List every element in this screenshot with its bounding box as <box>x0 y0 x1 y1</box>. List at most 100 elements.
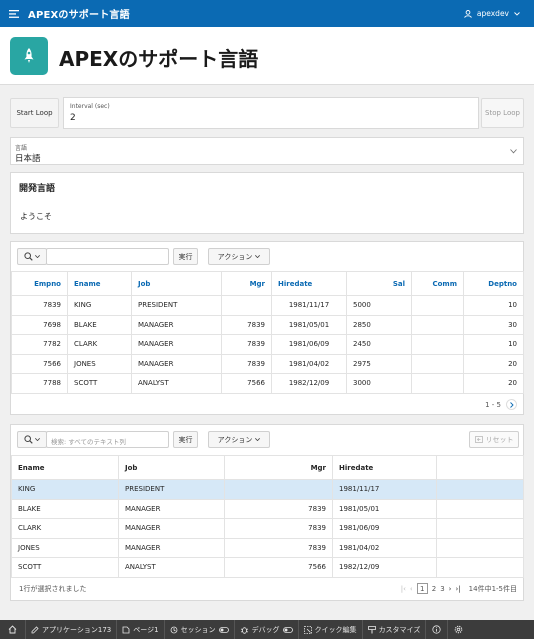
toggle-icon <box>282 626 293 633</box>
page-button[interactable]: 2 <box>432 585 436 593</box>
app-icon <box>10 37 48 75</box>
chevron-down-icon <box>35 438 40 441</box>
cell-empno: 7782 <box>11 334 68 355</box>
cell-ename: JONES <box>67 353 132 374</box>
settings-button[interactable] <box>448 620 469 639</box>
column-header[interactable]: Comm <box>411 271 464 296</box>
cell-sal: 5000 <box>346 295 412 316</box>
next-page-button[interactable]: › <box>449 585 452 593</box>
selection-status: 1行が選択されました <box>19 585 87 593</box>
page-button[interactable]: 3 <box>440 585 444 593</box>
cell-mgr <box>221 295 272 316</box>
cell-empno: 7698 <box>11 314 68 335</box>
column-header[interactable]: Job <box>131 271 222 296</box>
column-header[interactable]: Job <box>118 455 225 480</box>
go-button[interactable]: 実行 <box>173 248 198 265</box>
cell-deptno: 20 <box>463 353 524 374</box>
column-header[interactable]: Sal <box>346 271 412 296</box>
cell-hiredate: 1981/06/09 <box>271 334 347 355</box>
actions-label: アクション <box>217 435 253 444</box>
table-row[interactable]: CLARK MANAGER 7839 1981/06/09 <box>11 518 524 539</box>
first-page-button[interactable]: |‹ <box>401 585 406 593</box>
column-header[interactable]: Mgr <box>224 455 333 480</box>
cell-hiredate: 1981/04/02 <box>271 353 347 374</box>
top-navigation-bar: APEXのサポート言語 apexdev <box>0 0 534 27</box>
cell-hiredate: 1981/04/02 <box>332 537 437 558</box>
cell-ename: KING <box>67 295 132 316</box>
range-text: 14件中1-5件目 <box>468 584 517 593</box>
quick-edit-label: クイック編集 <box>314 625 357 634</box>
interval-value: 2 <box>70 113 76 123</box>
search-column-button[interactable] <box>17 248 47 265</box>
bug-icon <box>240 626 248 634</box>
home-button[interactable] <box>0 620 26 639</box>
column-header-empty <box>436 455 524 480</box>
table-row[interactable]: JONES MANAGER 7839 1981/04/02 <box>11 537 524 558</box>
interval-field[interactable]: Interval (sec) 2 <box>63 97 479 129</box>
go-button[interactable]: 実行 <box>173 431 198 448</box>
cell-ename: KING <box>11 479 119 500</box>
column-header[interactable]: Ename <box>67 271 132 296</box>
table-row[interactable]: BLAKE MANAGER 7839 1981/05/01 <box>11 498 524 519</box>
info-button[interactable] <box>426 620 449 639</box>
cell-hiredate: 1981/11/17 <box>271 295 347 316</box>
search-input[interactable] <box>46 248 169 265</box>
info-icon <box>432 625 441 634</box>
report-region-2: 検索: すべてのテキスト列 実行 アクション リセット Ename Job Mg… <box>10 424 524 601</box>
cell-comm <box>411 334 464 355</box>
table-row-selected[interactable]: KING PRESIDENT 1981/11/17 <box>11 479 524 500</box>
column-header[interactable]: Ename <box>11 455 119 480</box>
cell-comm <box>411 373 464 394</box>
language-select[interactable]: 言語 日本語 <box>10 137 524 165</box>
application-label: アプリケーション173 <box>42 625 112 634</box>
debug-button[interactable]: デバッグ <box>235 620 299 639</box>
stop-loop-button[interactable]: Stop Loop <box>481 98 524 128</box>
user-icon <box>464 9 472 18</box>
report-table-1: Empno Ename Job Mgr Hiredate Sal Comm De… <box>11 271 524 394</box>
actions-menu-button[interactable]: アクション <box>208 431 270 448</box>
cell-deptno: 10 <box>463 295 524 316</box>
actions-label: アクション <box>217 252 253 261</box>
search-icon <box>24 435 33 444</box>
search-column-button[interactable] <box>17 431 47 448</box>
customize-button[interactable]: カスタマイズ <box>363 620 427 639</box>
column-header[interactable]: Empno <box>11 271 68 296</box>
reset-button[interactable]: リセット <box>469 431 519 448</box>
app-name[interactable]: APEXのサポート言語 <box>28 6 130 21</box>
user-menu[interactable]: apexdev <box>464 0 520 27</box>
column-header[interactable]: Mgr <box>221 271 272 296</box>
prev-page-button[interactable]: ‹ <box>410 585 413 593</box>
debug-label: デバッグ <box>251 625 280 634</box>
page-button-current[interactable]: 1 <box>416 583 428 594</box>
cell-empty <box>436 479 524 500</box>
last-page-button[interactable]: ›| <box>455 585 460 593</box>
column-header[interactable]: Hiredate <box>332 455 437 480</box>
menu-toggle-button[interactable] <box>0 0 28 27</box>
application-button[interactable]: アプリケーション173 <box>26 620 118 639</box>
cell-job: MANAGER <box>118 498 225 519</box>
reset-icon <box>474 436 483 443</box>
cell-ename: BLAKE <box>67 314 132 335</box>
cell-hiredate: 1981/06/09 <box>332 518 437 539</box>
chevron-down-icon <box>255 438 261 441</box>
cell-hiredate: 1982/12/09 <box>271 373 347 394</box>
search-input[interactable]: 検索: すべてのテキスト列 <box>46 431 169 448</box>
column-header[interactable]: Deptno <box>463 271 524 296</box>
cell-hiredate: 1981/05/01 <box>271 314 347 335</box>
session-button[interactable]: セッション <box>165 620 235 639</box>
hamburger-icon <box>9 9 19 18</box>
column-header[interactable]: Hiredate <box>271 271 347 296</box>
quick-edit-button[interactable]: クイック編集 <box>299 620 363 639</box>
start-loop-button[interactable]: Start Loop <box>10 98 59 128</box>
cell-job: PRESIDENT <box>131 295 222 316</box>
actions-menu-button[interactable]: アクション <box>208 248 270 265</box>
pagination-range: 1 - 5 <box>485 400 501 409</box>
cell-mgr: 7839 <box>221 314 272 335</box>
page-edit-icon <box>122 626 130 633</box>
next-page-button[interactable] <box>506 399 517 410</box>
table-row[interactable]: SCOTT ANALYST 7566 1982/12/09 <box>11 557 524 578</box>
page-button[interactable]: ページ1 <box>117 620 165 639</box>
cell-job: ANALYST <box>118 557 225 578</box>
cell-hiredate: 1982/12/09 <box>332 557 437 578</box>
gear-icon <box>455 625 463 634</box>
